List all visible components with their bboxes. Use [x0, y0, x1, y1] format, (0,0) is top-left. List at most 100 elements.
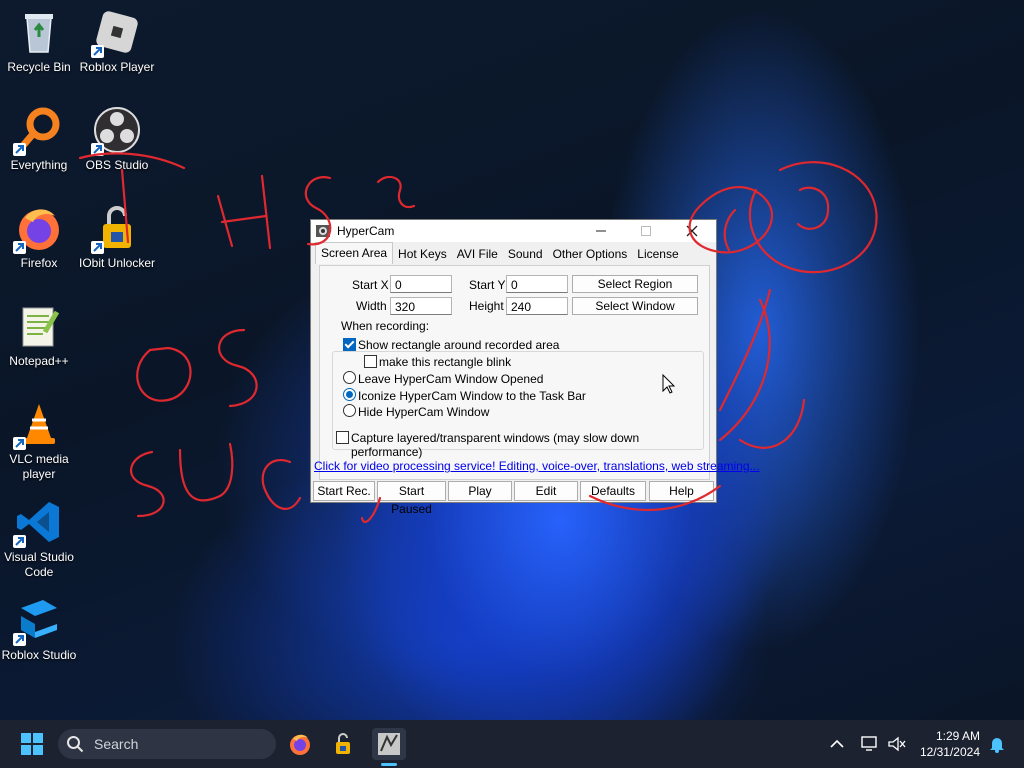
volume-muted-icon: [888, 736, 906, 752]
width-input[interactable]: 320: [390, 297, 452, 315]
iconize-label[interactable]: Iconize HyperCam Window to the Task Bar: [358, 389, 586, 403]
start-y-label: Start Y: [469, 278, 506, 292]
maximize-icon: [641, 226, 651, 236]
defaults-button[interactable]: Defaults: [580, 481, 646, 501]
leave-opened-label[interactable]: Leave HyperCam Window Opened: [358, 372, 543, 386]
active-app-indicator: [381, 763, 397, 766]
tab-other-options[interactable]: Other Options: [548, 244, 633, 263]
maximize-button[interactable]: [624, 220, 668, 242]
desktop-icon-label: Roblox Studio: [1, 648, 77, 662]
tab-strip: Screen Area Hot Keys AVI File Sound Othe…: [315, 242, 684, 264]
capture-layered-checkbox[interactable]: [336, 431, 349, 444]
edit-button[interactable]: Edit: [514, 481, 578, 501]
rectangle-blink-label[interactable]: make this rectangle blink: [379, 355, 511, 369]
start-rec-button[interactable]: Start Rec.: [313, 481, 375, 501]
rectangle-blink-checkbox[interactable]: [364, 355, 377, 368]
taskbar-search-box[interactable]: Search: [58, 729, 276, 759]
tab-hot-keys[interactable]: Hot Keys: [393, 244, 452, 263]
search-placeholder: Search: [94, 736, 139, 752]
title-bar[interactable]: HyperCam: [311, 220, 716, 242]
desktop-icon-notepad-plus-plus[interactable]: Notepad++: [0, 302, 78, 369]
desktop-icon-label: IObit Unlocker: [78, 256, 156, 270]
iobit-unlocker-icon: [91, 204, 141, 254]
desktop-icon-label: Visual Studio Code: [4, 550, 74, 579]
width-label: Width: [356, 299, 387, 313]
iconize-radio[interactable]: [343, 388, 356, 401]
close-icon: [686, 225, 698, 237]
start-x-input[interactable]: 0: [390, 275, 452, 293]
windows-logo-icon: [21, 733, 43, 755]
leave-opened-radio[interactable]: [343, 371, 356, 384]
shortcut-arrow-icon: [13, 437, 26, 450]
show-rectangle-label[interactable]: Show rectangle around recorded area: [358, 338, 559, 352]
notepad-plus-plus-icon: [15, 302, 63, 350]
shortcut-arrow-icon: [91, 45, 104, 58]
vscode-icon: [13, 498, 63, 548]
minimize-button[interactable]: [579, 220, 623, 242]
taskbar-firefox[interactable]: [283, 728, 317, 760]
roblox-studio-icon: [13, 596, 63, 646]
tab-avi-file[interactable]: AVI File: [452, 244, 503, 263]
tab-license[interactable]: License: [632, 244, 683, 263]
shortcut-arrow-icon: [13, 535, 26, 548]
video-service-link[interactable]: Click for video processing service! Edit…: [314, 459, 760, 473]
desktop-icon-label: Roblox Player: [79, 60, 155, 74]
height-input[interactable]: 240: [506, 297, 568, 315]
start-y-input[interactable]: 0: [506, 275, 568, 293]
taskbar-iobit-unlocker[interactable]: [326, 728, 360, 760]
shortcut-arrow-icon: [13, 241, 26, 254]
firefox-icon: [290, 734, 310, 755]
desktop-icon-vscode[interactable]: Visual Studio Code: [0, 498, 78, 580]
desktop-icon-vlc[interactable]: VLC media player: [0, 400, 78, 482]
capture-layered-label[interactable]: Capture layered/transparent windows (may…: [351, 431, 709, 459]
desktop-icon-iobit-unlocker[interactable]: IObit Unlocker: [78, 204, 156, 271]
volume-tray-button[interactable]: [884, 728, 910, 760]
close-button[interactable]: [670, 220, 714, 242]
hypercam-window[interactable]: HyperCam Screen Area Hot Keys AVI File S…: [310, 219, 760, 516]
hide-window-radio[interactable]: [343, 404, 356, 417]
network-tray-button[interactable]: [856, 728, 884, 760]
taskbar-hypercam[interactable]: [372, 728, 406, 766]
network-icon: [861, 736, 877, 751]
window-title: HyperCam: [337, 224, 395, 238]
everything-search-icon: [13, 106, 63, 156]
select-region-button[interactable]: Select Region: [572, 275, 698, 293]
desktop-icon-label: Firefox: [20, 256, 58, 270]
shortcut-arrow-icon: [13, 633, 26, 646]
help-button[interactable]: Help: [649, 481, 714, 501]
desktop-icon-recycle-bin[interactable]: Recycle Bin: [0, 8, 78, 75]
select-window-button[interactable]: Select Window: [572, 297, 698, 315]
desktop-icon-label: Recycle Bin: [7, 60, 71, 74]
bell-icon: [990, 738, 1004, 753]
minimize-icon: [596, 230, 606, 232]
notifications-button[interactable]: [984, 728, 1010, 760]
clock-time: 1:29 AM: [935, 729, 980, 743]
clock-date: 12/31/2024: [919, 745, 980, 759]
hide-window-label[interactable]: Hide HyperCam Window: [358, 405, 489, 419]
iobit-unlocker-icon: [336, 733, 350, 754]
desktop-icon-obs-studio[interactable]: OBS Studio: [78, 106, 156, 173]
desktop-icon-label: OBS Studio: [85, 158, 149, 172]
taskbar-clock[interactable]: 1:29 AM 12/31/2024: [920, 728, 980, 760]
show-hidden-icons-button[interactable]: [822, 728, 852, 760]
tab-screen-area[interactable]: Screen Area: [315, 242, 394, 264]
vlc-icon: [13, 400, 63, 450]
play-button[interactable]: Play: [448, 481, 512, 501]
desktop-icon-label: Notepad++: [9, 354, 69, 368]
start-paused-button[interactable]: Start Paused: [377, 481, 446, 516]
search-icon: [67, 736, 84, 753]
desktop-icon-firefox[interactable]: Firefox: [0, 204, 78, 271]
bottom-button-row: Start Rec. Start Paused Play Edit Defaul…: [311, 479, 716, 516]
obs-studio-icon: [91, 106, 141, 156]
when-recording-label: When recording:: [341, 319, 430, 333]
roblox-player-icon: [91, 8, 141, 58]
desktop-icon-label: VLC media player: [9, 452, 69, 481]
tab-sound[interactable]: Sound: [503, 244, 548, 263]
start-button[interactable]: [15, 728, 49, 760]
desktop-icon-everything[interactable]: Everything: [0, 106, 78, 173]
show-rectangle-checkbox[interactable]: [343, 338, 356, 351]
desktop-icon-label: Everything: [10, 158, 68, 172]
shortcut-arrow-icon: [91, 241, 104, 254]
desktop-icon-roblox-player[interactable]: Roblox Player: [78, 8, 156, 75]
desktop-icon-roblox-studio[interactable]: Roblox Studio: [0, 596, 78, 663]
